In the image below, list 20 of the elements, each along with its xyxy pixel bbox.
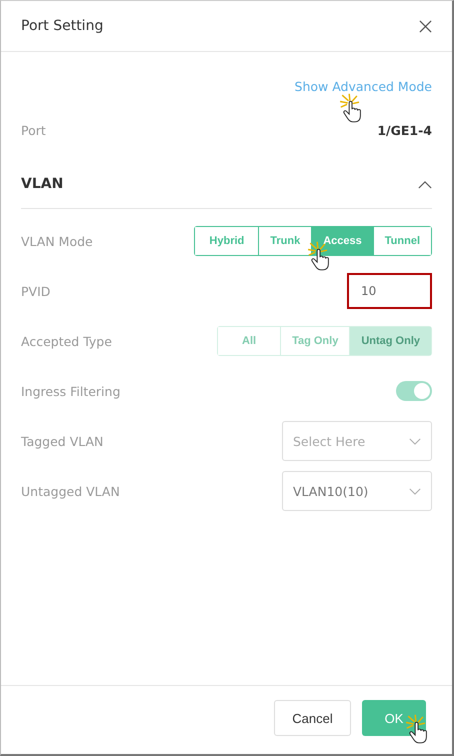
field-label: VLAN Mode (21, 234, 93, 248)
field-label: Ingress Filtering (21, 384, 120, 398)
field-label: Untagged VLAN (21, 484, 120, 498)
chevron-icon[interactable] (418, 180, 432, 188)
select-field[interactable]: VLAN10(10) (282, 471, 432, 511)
cancel-button[interactable]: Cancel (274, 700, 351, 736)
advanced-mode-link[interactable]: Show Advanced Mode (294, 78, 432, 94)
segment-option[interactable]: Tunnel (372, 227, 431, 255)
dropdown-chevron-icon[interactable] (409, 438, 421, 444)
pvid-input[interactable]: 10 (347, 273, 432, 309)
close-icon[interactable] (419, 20, 432, 32)
field-label: Tagged VLAN (21, 434, 104, 448)
dialog-title: Port Setting (21, 18, 104, 34)
dropdown-chevron-icon[interactable] (409, 488, 421, 494)
section-title: VLAN (21, 176, 64, 192)
select-field[interactable]: Select Here (282, 421, 432, 461)
field-label: Accepted Type (21, 334, 112, 348)
port-value: 1/GE1-4 (377, 122, 432, 138)
port-label: Port (21, 122, 46, 138)
field-label: PVID (21, 284, 50, 298)
